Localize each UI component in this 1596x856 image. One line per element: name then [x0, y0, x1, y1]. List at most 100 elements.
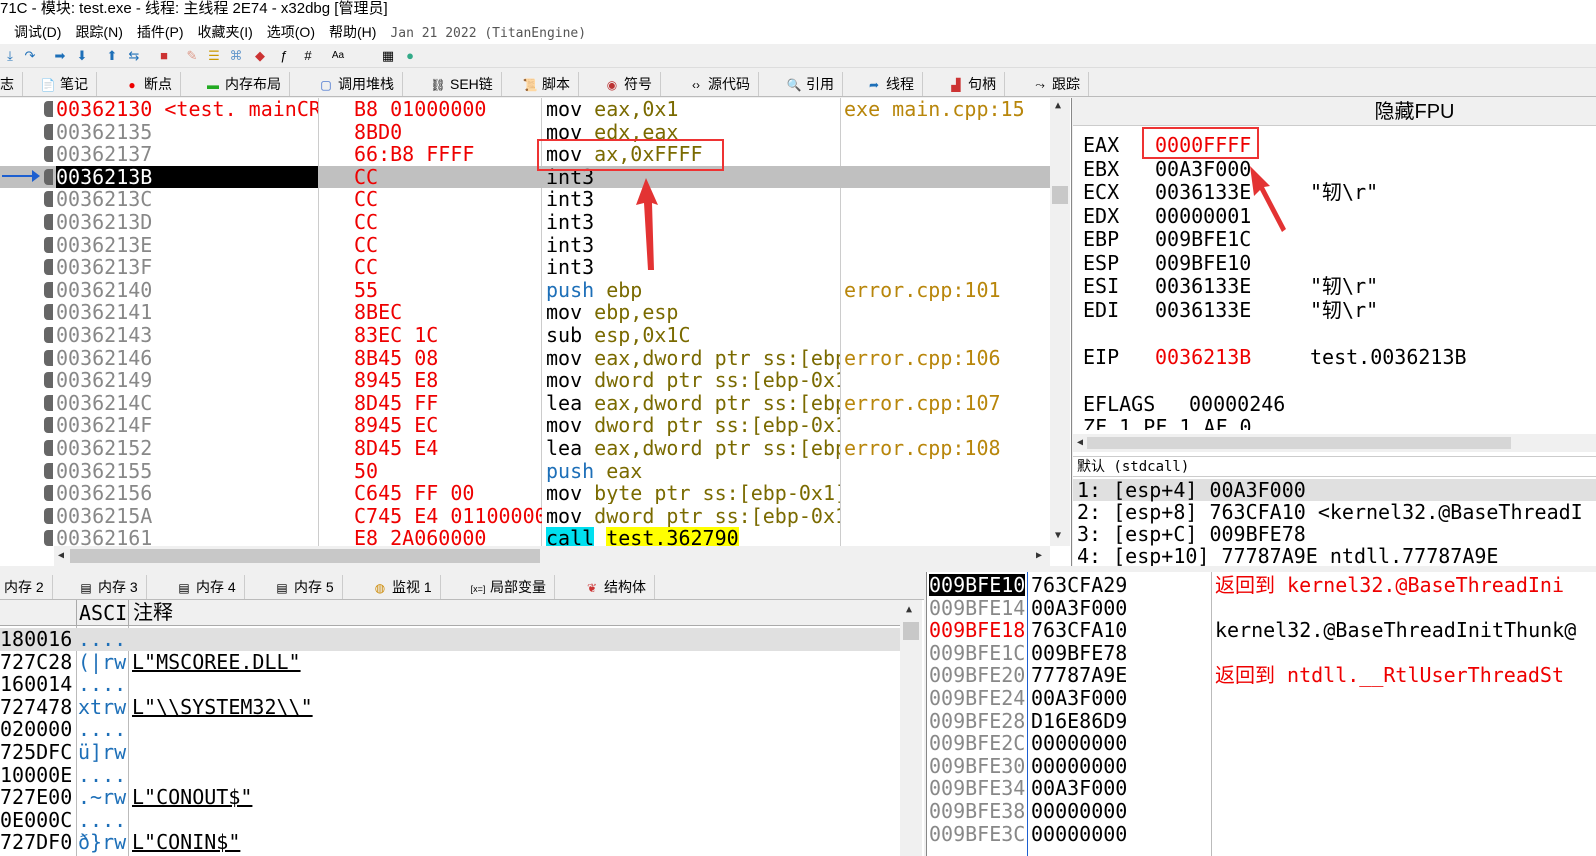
arg-row[interactable]: 4: [esp+10] 77787A9E ntdll.77787A9E — [1077, 545, 1498, 566]
breakpoint-bullet-icon[interactable] — [44, 485, 53, 502]
hash-icon[interactable]: # — [300, 48, 316, 64]
register-ebp[interactable]: EBP 009BFE1C — [1083, 228, 1310, 250]
tab-handles[interactable]: ▟ 句柄 — [948, 72, 1005, 96]
stack-row[interactable]: 009BFE18 763CFA10 kernel32.@BaseThreadInit… — [927, 619, 1596, 642]
disasm-row[interactable]: 0036213D CC int3 — [0, 211, 1050, 234]
dump-row[interactable]: 725DFC ü]rw — [0, 741, 900, 764]
tab-call-stack[interactable]: ▢ 调用堆栈 — [318, 72, 403, 96]
register-value[interactable]: 009BFE1C — [1155, 228, 1310, 250]
disasm-row[interactable]: 0036213F CC int3 — [0, 256, 1050, 279]
register-value[interactable]: 00000001 — [1155, 205, 1310, 227]
menu-options[interactable]: 选项(O) — [267, 20, 315, 44]
disasm-row[interactable]: 00362143 83EC 1C sub esp,0x1C — [0, 324, 1050, 347]
breakpoint-bullet-icon[interactable] — [44, 101, 53, 117]
step-over-icon[interactable]: ↷ — [22, 48, 38, 64]
register-eflags[interactable]: EFLAGS 00000246 — [1083, 393, 1285, 415]
dump-vscrollbar[interactable]: ▲ — [900, 600, 922, 856]
tab-watch-1[interactable]: ◍ 监视 1 — [372, 575, 441, 599]
tab-symbols[interactable]: ◉ 符号 — [604, 72, 661, 96]
breakpoint-bullet-icon[interactable] — [44, 440, 53, 456]
menu-trace[interactable]: 跟踪(N) — [75, 20, 122, 44]
breakpoint-bullet-icon[interactable] — [44, 417, 53, 434]
run-to-icon[interactable]: ➡ — [52, 48, 68, 64]
arg-row[interactable]: 2: [esp+8] 763CFA10 <kernel32.@BaseThrea… — [1077, 501, 1583, 523]
regs-hscrollbar[interactable]: ◀ — [1073, 434, 1596, 452]
menu-debug[interactable]: 调试(D) — [14, 20, 61, 44]
dump-row[interactable]: 727478 xtrw L"\\SYSTEM32\\" — [0, 696, 900, 719]
step-into-icon[interactable]: ⤓ — [2, 48, 18, 64]
tab-dump-5[interactable]: ▤ 内存 5 — [274, 575, 343, 599]
breakpoint-bullet-icon[interactable] — [44, 507, 53, 524]
breakpoint-bullet-icon[interactable] — [44, 123, 53, 140]
tab-breakpoints[interactable]: ● 断点 — [124, 72, 181, 96]
tab-notes[interactable]: 📄 笔记 — [40, 72, 97, 96]
tab-trace[interactable]: ⤳ 跟踪 — [1032, 72, 1089, 96]
register-value[interactable]: 0036133E — [1155, 275, 1310, 297]
stack-row[interactable]: 009BFE28 D16E86D9 — [927, 710, 1596, 733]
menu-favourites[interactable]: 收藏夹(I) — [198, 20, 253, 44]
breakpoint-bullet-icon[interactable] — [44, 304, 53, 321]
arg-row[interactable]: 3: [esp+C] 009BFE78 — [1077, 523, 1306, 545]
disasm-row[interactable]: 00362156 C645 FF 00 mov byte ptr ss:[ebp-0… — [0, 482, 1050, 505]
stack-row[interactable]: 009BFE10 763CFA29 返回到 kernel32.@BaseThread… — [927, 574, 1596, 597]
disasm-row[interactable]: 00362149 8945 E8 mov dword ptr ss:[ebp-0x1 — [0, 369, 1050, 392]
dump-row[interactable]: 160014.... — [0, 673, 900, 696]
breakpoint-bullet-icon[interactable] — [44, 530, 53, 547]
disasm-row[interactable]: 00362130 <test._mainCRT B8 01000000 mov ea… — [0, 98, 1050, 121]
label-icon[interactable]: ⌘ — [228, 48, 244, 64]
hide-fpu-button[interactable]: 隐藏FPU — [1073, 98, 1596, 126]
comment-icon[interactable]: ☰ — [206, 48, 222, 64]
tab-struct[interactable]: ❦ 结构体 — [584, 575, 655, 599]
breakpoint-bullet-icon[interactable] — [44, 372, 53, 389]
tab-memory-map[interactable]: ▬ 内存布局 — [205, 72, 290, 96]
tab-dump-2[interactable]: 内存 2 — [4, 575, 53, 599]
register-esp[interactable]: ESP 009BFE10 — [1083, 252, 1310, 274]
step-down-icon[interactable]: ⬇ — [74, 48, 90, 64]
breakpoint-bullet-icon[interactable] — [44, 146, 53, 163]
breakpoint-bullet-icon[interactable] — [44, 394, 53, 411]
tab-seh[interactable]: ⛓ SEH链 — [430, 72, 502, 96]
stack-row[interactable]: 009BFE3C 00000000 — [927, 823, 1596, 846]
dump-row[interactable]: 0E000C.... — [0, 809, 900, 832]
dump-row[interactable]: 180016.... — [0, 628, 900, 651]
dump-row[interactable]: 727E00 .~rw L"CONOUT$" — [0, 786, 900, 809]
register-value[interactable]: 0036133E — [1155, 299, 1310, 321]
memory-dump-view[interactable]: ASCI 注释 180016.... 727C28 (|rw L"MSCOREE.DL… — [0, 600, 924, 856]
comment-column-header[interactable]: 注释 — [128, 600, 173, 626]
disasm-row[interactable]: 0036213B CC int3 — [0, 165, 1050, 189]
breakpoint-bullet-icon[interactable] — [44, 236, 53, 253]
tab-dump-4[interactable]: ▤ 内存 4 — [176, 575, 245, 599]
disasm-row[interactable]: 00362146 8B45 08 mov eax,dword ptr ss:[ebp… — [0, 347, 1050, 370]
register-ebx[interactable]: EBX 00A3F000 — [1083, 158, 1310, 180]
breakpoint-bullet-icon[interactable] — [44, 349, 53, 366]
dump-row[interactable]: 727C28 (|rw L"MSCOREE.DLL" — [0, 651, 900, 674]
step-up-icon[interactable]: ⬆ — [104, 48, 120, 64]
function-icon[interactable]: ƒ — [276, 48, 292, 64]
register-value[interactable]: 00A3F000 — [1155, 158, 1310, 180]
breakpoint-bullet-icon[interactable] — [44, 168, 53, 185]
breakpoint-bullet-icon[interactable] — [44, 214, 53, 230]
stack-row[interactable]: 009BFE24 00A3F000 — [927, 687, 1596, 710]
breakpoint-bullet-icon[interactable] — [44, 259, 53, 276]
bookmark-icon[interactable]: ◆ — [252, 48, 268, 64]
font-icon[interactable]: Aa — [330, 48, 346, 64]
register-value[interactable]: 009BFE10 — [1155, 252, 1310, 274]
breakpoint-bullet-icon[interactable] — [44, 191, 53, 208]
breakpoint-bullet-icon[interactable] — [44, 327, 53, 343]
animate-icon[interactable]: ⇆ — [126, 48, 142, 64]
stack-view[interactable]: 009BFE10 763CFA29 返回到 kernel32.@BaseThread… — [926, 572, 1596, 856]
disasm-row[interactable]: 00362141 8BEC mov ebp,esp — [0, 301, 1050, 324]
register-ecx[interactable]: ECX 0036133E "轫\r" — [1083, 181, 1378, 203]
tab-dump-3[interactable]: ▤ 内存 3 — [78, 575, 147, 599]
disasm-row[interactable]: 0036214F 8945 EC mov dword ptr ss:[ebp-0x1 — [0, 414, 1050, 437]
tab-log[interactable]: 志 — [0, 72, 23, 96]
record-icon[interactable]: ■ — [156, 48, 172, 64]
breakpoint-bullet-icon[interactable] — [44, 462, 53, 479]
disasm-row[interactable]: 00362155 50 push eax — [0, 460, 1050, 483]
stack-row[interactable]: 009BFE20 77787A9E 返回到 ntdll.__RtlUserThrea… — [927, 664, 1596, 687]
stack-row[interactable]: 009BFE2C 00000000 — [927, 732, 1596, 755]
menu-plugins[interactable]: 插件(P) — [137, 20, 184, 44]
disasm-row[interactable]: 00362137 66:B8 FFFF mov ax,0xFFFF — [0, 143, 1050, 166]
stack-row[interactable]: 009BFE1C 009BFE78 — [927, 642, 1596, 665]
disasm-hscrollbar[interactable]: ◀ ▶ — [54, 546, 1050, 566]
